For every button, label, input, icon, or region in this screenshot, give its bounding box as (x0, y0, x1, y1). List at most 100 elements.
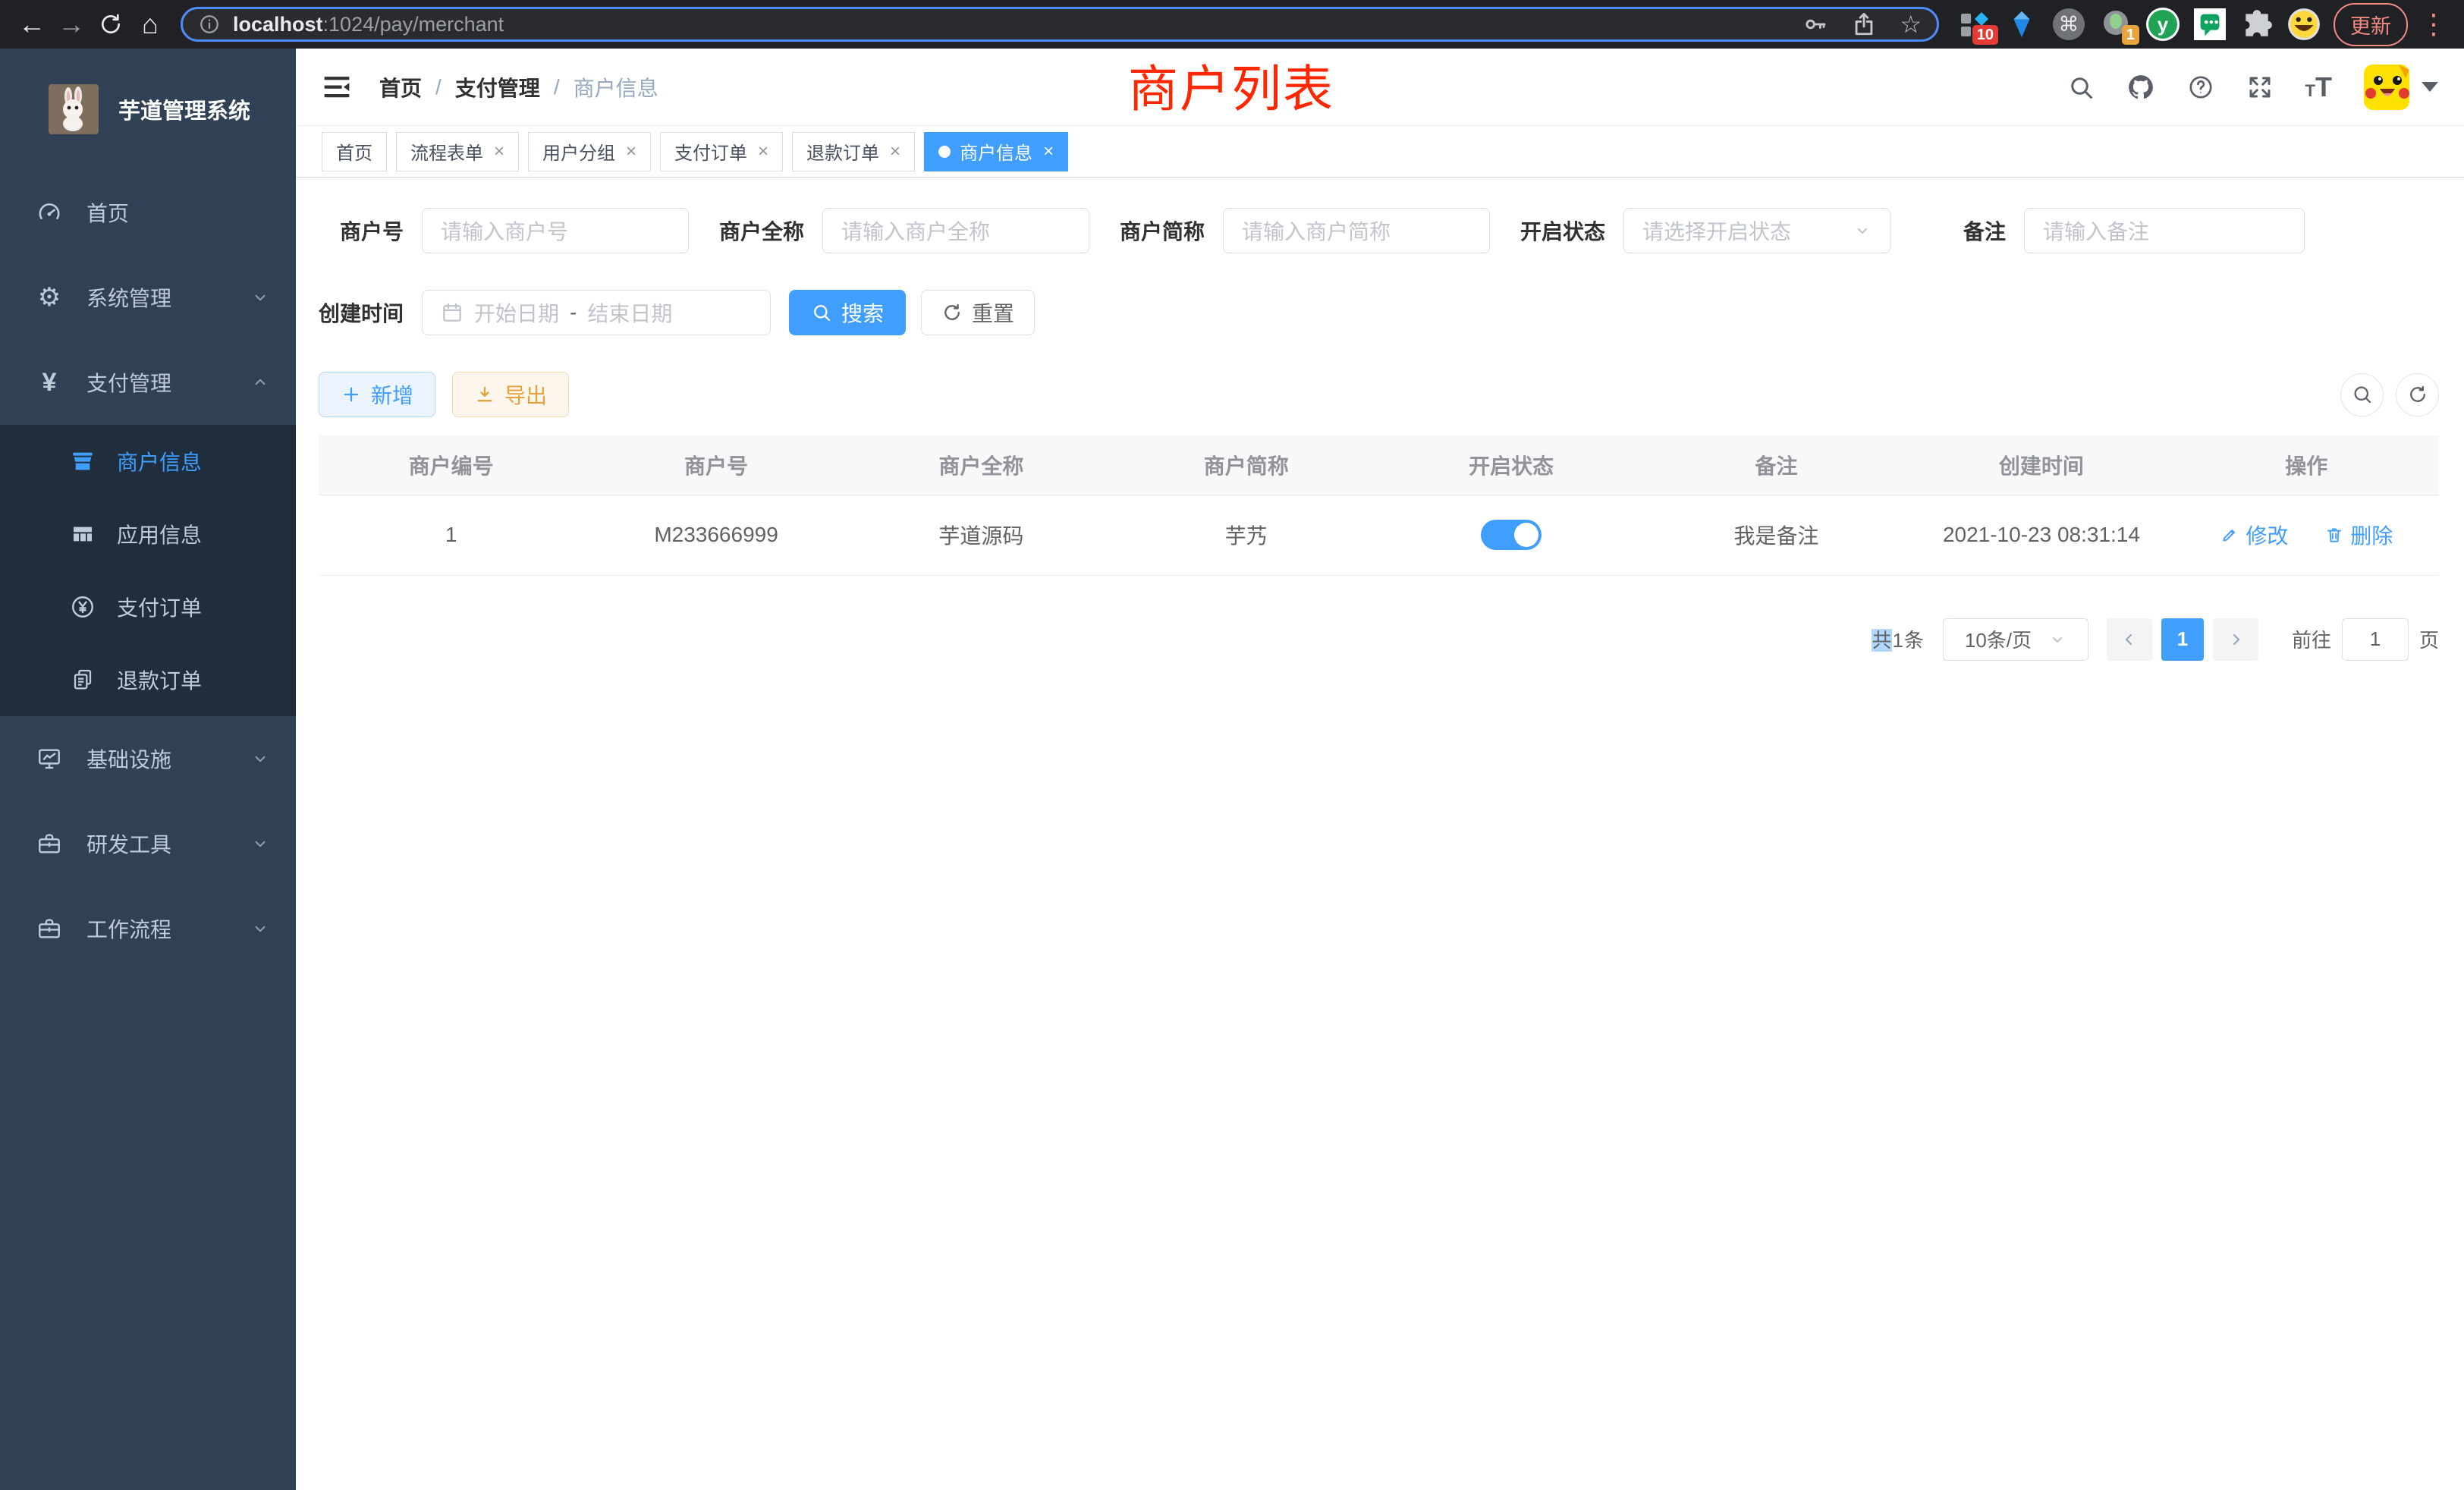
browser-menu-icon[interactable]: ⋮ (2415, 8, 2452, 40)
col-remark: 备注 (1644, 435, 1909, 495)
sidebar: 芋道管理系统 首页 ⚙ 系统管理 ¥ 支付管理 (0, 49, 296, 1490)
extension-proxy-icon[interactable]: 1 (2098, 7, 2133, 42)
bookmark-star-icon[interactable]: ☆ (1900, 10, 1922, 39)
filter-row-2: 创建时间 开始日期 - 结束日期 搜索 重置 (319, 290, 2439, 335)
browser-home-button[interactable]: ⌂ (130, 5, 170, 44)
edit-link[interactable]: 修改 (2220, 520, 2288, 550)
sidebar-item-home[interactable]: 首页 (0, 170, 296, 255)
breadcrumb-home[interactable]: 首页 (379, 72, 422, 102)
col-merchant-short: 商户简称 (1114, 435, 1378, 495)
next-page-button[interactable] (2213, 618, 2258, 661)
cell-merchant-name: 芋道源码 (849, 495, 1114, 575)
refresh-icon (2406, 383, 2429, 406)
site-info-icon[interactable] (198, 13, 221, 36)
trash-icon (2324, 525, 2344, 545)
tab-home[interactable]: 首页 (322, 132, 387, 171)
address-bar[interactable]: localhost:1024/pay/merchant ☆ (181, 7, 1939, 42)
tab-pay-order[interactable]: 支付订单× (660, 132, 783, 171)
password-key-icon[interactable] (1802, 11, 1828, 37)
browser-forward-button[interactable]: → (52, 5, 91, 44)
sidebar-item-merchant-info[interactable]: 商户信息 (0, 425, 296, 498)
emoji-avatar-icon[interactable] (2286, 7, 2321, 42)
sidebar-item-system[interactable]: ⚙ 系统管理 (0, 255, 296, 340)
extension-command-icon[interactable]: ⌘ (2051, 7, 2086, 42)
search-button[interactable]: 搜索 (789, 290, 906, 335)
tab-process-form[interactable]: 流程表单× (396, 132, 519, 171)
close-icon[interactable]: × (494, 141, 504, 162)
app-title: 芋道管理系统 (118, 93, 250, 125)
sidebar-item-dev-tools[interactable]: 研发工具 (0, 801, 296, 886)
col-merchant-id: 商户编号 (319, 435, 583, 495)
extension-chat-icon[interactable] (2192, 7, 2227, 42)
header-search-icon[interactable] (2067, 74, 2095, 101)
status-toggle[interactable] (1481, 520, 1542, 550)
tab-user-group[interactable]: 用户分组× (528, 132, 651, 171)
toggle-search-button[interactable] (2340, 373, 2384, 417)
user-menu[interactable] (2364, 64, 2438, 110)
cell-merchant-short: 芋艿 (1114, 495, 1378, 575)
plus-icon (341, 384, 362, 405)
merchant-name-input[interactable]: 请输入商户全称 (822, 208, 1089, 253)
sidebar-item-payment[interactable]: ¥ 支付管理 (0, 340, 296, 425)
page-1-button[interactable]: 1 (2161, 618, 2204, 661)
extension-gem-icon[interactable] (2004, 7, 2039, 42)
extensions-puzzle-icon[interactable] (2239, 7, 2274, 42)
col-merchant-no: 商户号 (583, 435, 848, 495)
export-button[interactable]: 导出 (452, 372, 569, 417)
cell-merchant-no: M233666999 (583, 495, 848, 575)
delete-link[interactable]: 删除 (2324, 520, 2393, 550)
close-icon[interactable]: × (890, 141, 900, 162)
caret-down-icon (2422, 82, 2438, 92)
yen-circle-icon (68, 594, 97, 620)
github-icon[interactable] (2126, 73, 2155, 102)
goto-page-input[interactable]: 1 (2342, 618, 2409, 661)
sidebar-fold-icon[interactable] (322, 74, 352, 101)
browser-update-button[interactable]: 更新 (2334, 3, 2408, 46)
reload-icon (99, 12, 123, 36)
status-label: 开启状态 (1520, 215, 1605, 246)
download-icon (474, 384, 495, 405)
fullscreen-icon[interactable] (2246, 74, 2274, 101)
chevron-down-icon (1853, 222, 1872, 240)
logo-rabbit-image (49, 84, 99, 134)
tab-merchant-info[interactable]: 商户信息× (924, 132, 1068, 171)
merchant-short-input[interactable]: 请输入商户简称 (1223, 208, 1490, 253)
browser-back-button[interactable]: ← (12, 5, 52, 44)
browser-toolbar: ← → ⌂ localhost:1024/pay/merchant ☆ 10 ⌘ (0, 0, 2464, 49)
sidebar-item-app-info[interactable]: 应用信息 (0, 498, 296, 571)
status-select[interactable]: 请选择开启状态 (1623, 208, 1890, 253)
col-merchant-name: 商户全称 (849, 435, 1114, 495)
reset-button[interactable]: 重置 (921, 290, 1035, 335)
sidebar-item-refund-order[interactable]: 退款订单 (0, 643, 296, 716)
cell-merchant-id: 1 (319, 495, 583, 575)
extension-kanban-icon[interactable]: 10 (1957, 7, 1992, 42)
close-icon[interactable]: × (1043, 141, 1054, 162)
breadcrumb-payment[interactable]: 支付管理 (455, 72, 540, 102)
browser-reload-button[interactable] (91, 5, 130, 44)
page-size-select[interactable]: 10条/页 (1943, 618, 2088, 661)
font-size-icon[interactable]: TT (2305, 74, 2332, 101)
help-icon[interactable] (2187, 74, 2214, 101)
extensions-strip: 10 ⌘ 1 y (1957, 7, 2321, 42)
close-icon[interactable]: × (626, 141, 636, 162)
create-time-range-input[interactable]: 开始日期 - 结束日期 (422, 290, 771, 335)
col-actions: 操作 (2174, 435, 2439, 495)
briefcase-icon (35, 916, 64, 941)
dashboard-icon (35, 200, 64, 225)
extension-yudao-icon[interactable]: y (2145, 7, 2180, 42)
chevron-up-icon (250, 372, 270, 392)
close-icon[interactable]: × (758, 141, 768, 162)
sidebar-item-workflow[interactable]: 工作流程 (0, 886, 296, 971)
remark-input[interactable]: 请输入备注 (2024, 208, 2305, 253)
add-button[interactable]: 新增 (319, 372, 435, 417)
sidebar-item-infrastructure[interactable]: 基础设施 (0, 716, 296, 801)
refresh-table-button[interactable] (2396, 373, 2439, 417)
table-row: 1 M233666999 芋道源码 芋艿 我是备注 2021-10-23 08:… (319, 495, 2439, 575)
merchant-no-input[interactable]: 请输入商户号 (422, 208, 689, 253)
app-logo: 芋道管理系统 (0, 49, 296, 170)
share-icon[interactable] (1851, 11, 1877, 37)
sidebar-item-pay-order[interactable]: 支付订单 (0, 571, 296, 643)
payment-submenu: 商户信息 应用信息 支付订单 退款订单 (0, 425, 296, 716)
prev-page-button[interactable] (2107, 618, 2152, 661)
tab-refund-order[interactable]: 退款订单× (792, 132, 915, 171)
